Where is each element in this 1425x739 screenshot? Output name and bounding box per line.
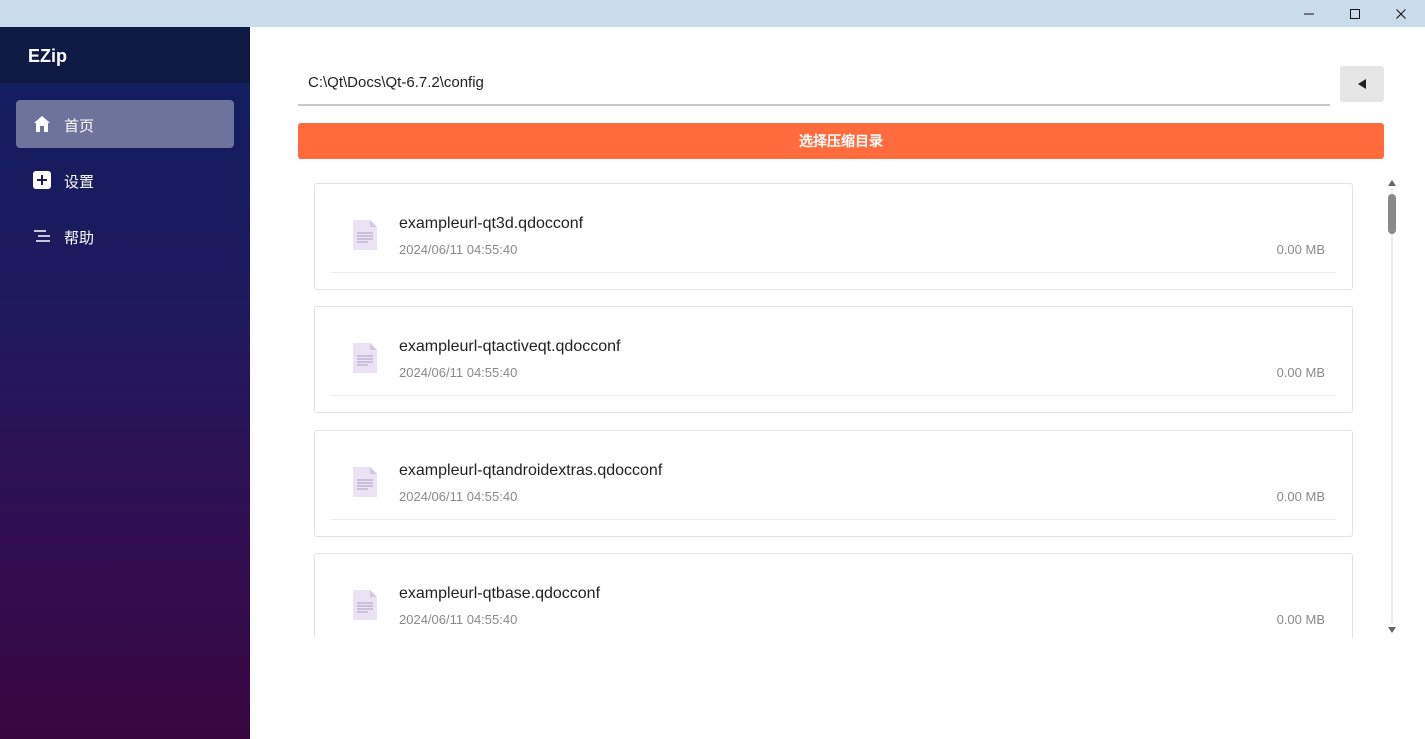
close-icon: [1396, 8, 1406, 19]
list-item[interactable]: exampleurl-qtactiveqt.qdocconf 2024/06/1…: [314, 306, 1353, 413]
file-size: 0.00 MB: [1276, 612, 1325, 627]
select-directory-button[interactable]: 选择压缩目录: [298, 123, 1384, 159]
scroll-up-arrow-icon[interactable]: [1388, 180, 1396, 186]
scroll-track[interactable]: [1391, 189, 1393, 623]
file-name: exampleurl-qt3d.qdocconf: [399, 215, 584, 232]
minimize-icon: [1304, 13, 1314, 14]
app-title: EZip: [28, 46, 67, 66]
file-name: exampleurl-qtbase.qdocconf: [399, 585, 601, 602]
document-icon: [353, 590, 377, 620]
window-titlebar: [0, 0, 1425, 27]
list-item[interactable]: exampleurl-qt3d.qdocconf 2024/06/11 04:5…: [314, 183, 1353, 290]
file-date: 2024/06/11 04:55:40: [399, 242, 518, 257]
divider: [331, 395, 1336, 396]
scroll-thumb[interactable]: [1388, 194, 1396, 234]
list-item[interactable]: exampleurl-qtbase.qdocconf 2024/06/11 04…: [314, 553, 1353, 638]
file-name: exampleurl-qtandroidextras.qdocconf: [399, 462, 663, 479]
vertical-scrollbar[interactable]: [1384, 175, 1400, 638]
list-item[interactable]: exampleurl-qtandroidextras.qdocconf 2024…: [314, 430, 1353, 537]
sidebar-item-home[interactable]: 首页: [16, 100, 234, 148]
document-icon: [353, 220, 377, 250]
sidebar-item-help[interactable]: 帮助: [16, 212, 234, 260]
back-button[interactable]: [1340, 66, 1384, 102]
sidebar-item-settings[interactable]: 设置: [16, 156, 234, 204]
home-icon: [34, 116, 50, 132]
maximize-icon: [1350, 8, 1360, 19]
document-icon: [353, 343, 377, 373]
file-date: 2024/06/11 04:55:40: [399, 612, 518, 627]
plus-square-icon: [33, 171, 51, 189]
document-icon: [353, 467, 377, 497]
file-size: 0.00 MB: [1276, 489, 1325, 504]
file-name: exampleurl-qtactiveqt.qdocconf: [399, 338, 621, 355]
file-date: 2024/06/11 04:55:40: [399, 365, 518, 380]
app-header: EZip: [0, 27, 250, 83]
sidebar: EZip 首页 设置 帮助: [0, 27, 250, 739]
file-size: 0.00 MB: [1276, 242, 1325, 257]
divider: [331, 519, 1336, 520]
file-date: 2024/06/11 04:55:40: [399, 489, 518, 504]
triangle-left-icon: [1358, 79, 1366, 89]
divider: [331, 272, 1336, 273]
close-button[interactable]: [1378, 0, 1424, 27]
sidebar-item-label: 首页: [64, 118, 95, 135]
list-indent-icon: [34, 230, 50, 242]
path-value: C:\Qt\Docs\Qt-6.7.2\config: [308, 74, 484, 91]
scroll-down-arrow-icon[interactable]: [1388, 627, 1396, 633]
sidebar-item-label: 设置: [64, 174, 95, 191]
minimize-button[interactable]: [1286, 0, 1332, 27]
file-list[interactable]: exampleurl-qt3d.qdocconf 2024/06/11 04:5…: [298, 175, 1368, 638]
sidebar-item-label: 帮助: [64, 230, 95, 247]
maximize-button[interactable]: [1332, 0, 1378, 27]
path-input[interactable]: C:\Qt\Docs\Qt-6.7.2\config: [298, 64, 1330, 106]
file-size: 0.00 MB: [1276, 365, 1325, 380]
